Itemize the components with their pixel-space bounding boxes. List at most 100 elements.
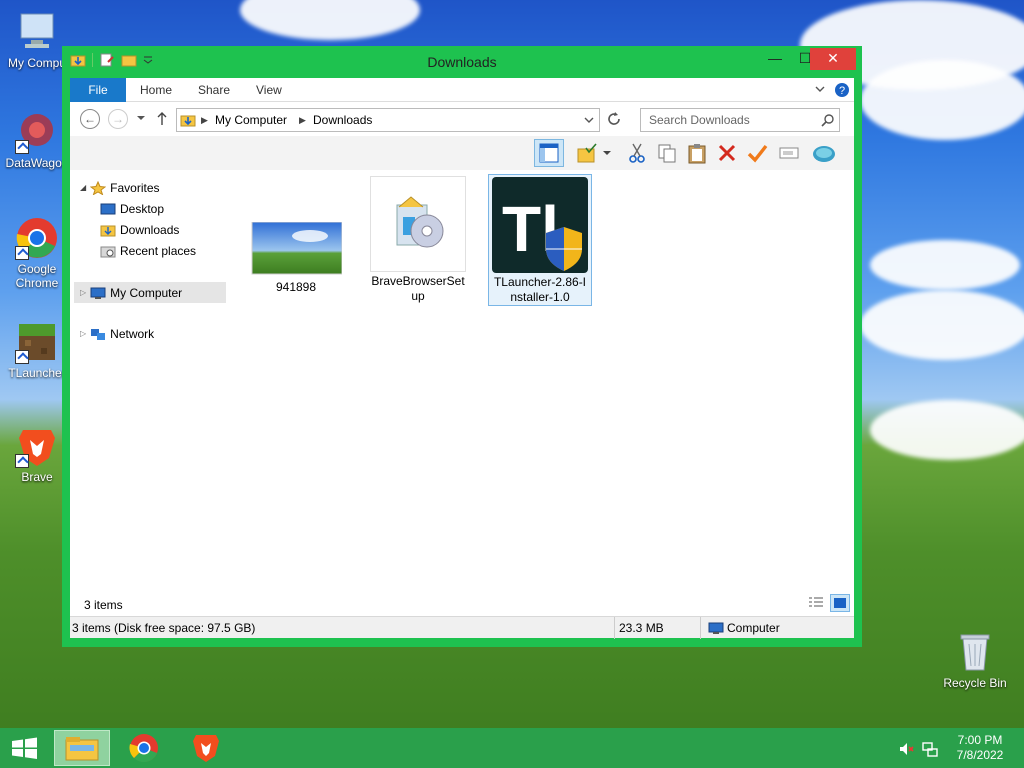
file-name: BraveBrowserSetup xyxy=(371,274,465,303)
shortcut-arrow-icon xyxy=(15,246,29,260)
nav-label: Recent places xyxy=(120,244,197,258)
address-row: ← → ▶ My Computer ▶ Downloads Search Dow… xyxy=(70,102,854,136)
nav-label: Downloads xyxy=(120,223,180,237)
copy-icon[interactable] xyxy=(656,142,678,164)
expand-arrow-icon[interactable]: ▷ xyxy=(80,283,86,303)
datawagon-icon xyxy=(15,110,59,154)
status-location: Computer xyxy=(727,621,780,635)
window-title: Downloads xyxy=(427,54,497,70)
checkmark-icon[interactable] xyxy=(746,142,768,164)
separator xyxy=(614,617,615,639)
forward-button[interactable]: → xyxy=(108,109,128,129)
minecraft-block-icon xyxy=(15,320,59,364)
tlauncher-installer-icon: Tl xyxy=(492,177,588,273)
status-size: 23.3 MB xyxy=(619,621,664,635)
command-toolbar xyxy=(70,136,854,170)
details-view-icon[interactable] xyxy=(808,596,824,613)
setup-installer-icon xyxy=(370,176,466,272)
chevron-down-icon[interactable] xyxy=(602,142,612,164)
paste-icon[interactable] xyxy=(686,142,708,164)
folder-down-icon xyxy=(100,223,116,237)
refresh-icon[interactable] xyxy=(606,111,622,130)
volume-muted-icon[interactable] xyxy=(898,741,914,760)
nav-label: Network xyxy=(110,327,155,341)
breadcrumb-downloads[interactable]: Downloads xyxy=(313,113,372,127)
nav-label: Favorites xyxy=(110,181,160,195)
start-button[interactable] xyxy=(0,732,48,764)
search-input[interactable]: Search Downloads xyxy=(640,108,840,132)
close-button[interactable]: ✕ xyxy=(810,48,856,70)
nav-desktop[interactable]: Desktop xyxy=(100,199,164,219)
file-tile[interactable]: BraveBrowserSetup xyxy=(370,176,466,304)
explorer-window: Downloads — ☐ ✕ File Home Share View ? ←… xyxy=(62,46,862,647)
brave-lion-icon xyxy=(15,424,59,468)
file-name: 941898 xyxy=(275,280,317,294)
clock[interactable]: 7:00 PM 7/8/2022 xyxy=(948,733,1012,763)
nav-downloads[interactable]: Downloads xyxy=(100,220,179,240)
chevron-down-icon[interactable] xyxy=(814,82,826,99)
nav-label: My Computer xyxy=(110,285,183,300)
expand-arrow-icon[interactable]: ▷ xyxy=(80,324,86,344)
clock-date: 7/8/2022 xyxy=(956,748,1004,762)
nav-label: Desktop xyxy=(120,202,165,216)
desktop-icon-recycle-bin[interactable]: Recycle Bin xyxy=(940,630,1010,690)
chrome-icon xyxy=(15,216,59,260)
taskbar: 7:00 PM 7/8/2022 xyxy=(0,728,1024,768)
search-icon[interactable] xyxy=(821,113,835,130)
network-icon xyxy=(90,327,106,341)
search-placeholder: Search Downloads xyxy=(649,113,750,127)
computer-icon xyxy=(90,286,106,300)
desktop-icon xyxy=(100,202,116,216)
tab-file[interactable]: File xyxy=(70,78,126,102)
chevron-down-icon[interactable] xyxy=(136,112,146,127)
large-icons-view-icon[interactable] xyxy=(830,594,850,612)
desktop-icon-label: Recycle Bin xyxy=(943,676,1007,690)
nav-favorites[interactable]: ◢ Favorites xyxy=(80,178,160,198)
rename-icon[interactable] xyxy=(778,142,800,164)
status-summary: 3 items (Disk free space: 97.5 GB) xyxy=(72,621,256,635)
image-thumbnail-icon xyxy=(248,221,344,276)
shortcut-arrow-icon xyxy=(15,350,29,364)
delete-icon[interactable] xyxy=(716,142,738,164)
folder-down-icon xyxy=(180,112,196,131)
ribbon-tabs: File Home Share View ? xyxy=(70,78,854,102)
chevron-right-icon[interactable]: ▶ xyxy=(201,115,208,126)
expand-arrow-icon[interactable]: ◢ xyxy=(80,178,86,198)
star-icon xyxy=(89,180,107,196)
computer-icon xyxy=(708,621,724,638)
nav-recent-places[interactable]: Recent places xyxy=(100,241,196,261)
chevron-down-icon[interactable] xyxy=(583,113,595,130)
globe-icon[interactable] xyxy=(812,142,835,164)
preview-pane-icon[interactable] xyxy=(534,139,564,167)
chevron-right-icon[interactable]: ▶ xyxy=(299,115,306,126)
breadcrumb-my-computer[interactable]: My Computer xyxy=(215,113,287,127)
tab-view[interactable]: View xyxy=(256,78,282,102)
title-bar[interactable]: Downloads — ☐ ✕ xyxy=(62,46,862,76)
recycle-bin-icon xyxy=(953,630,997,674)
taskbar-chrome[interactable] xyxy=(120,732,168,764)
file-tile-selected[interactable]: Tl TLauncher-2.86-Installer-1.0 xyxy=(488,174,592,306)
back-button[interactable]: ← xyxy=(80,109,100,129)
folder-check-icon[interactable] xyxy=(576,142,598,164)
item-count: 3 items xyxy=(84,598,123,612)
help-icon[interactable]: ? xyxy=(834,82,850,101)
nav-my-computer[interactable]: ▷ My Computer xyxy=(74,282,226,303)
tab-share[interactable]: Share xyxy=(198,78,230,102)
up-arrow-icon[interactable] xyxy=(156,111,168,130)
taskbar-brave[interactable] xyxy=(182,732,230,764)
file-name: TLauncher-2.86-Installer-1.0 xyxy=(493,275,587,304)
nav-network[interactable]: ▷ Network xyxy=(80,324,154,344)
network-icon[interactable] xyxy=(922,741,938,760)
taskbar-file-explorer[interactable] xyxy=(54,730,110,766)
shortcut-arrow-icon xyxy=(15,140,29,154)
navigation-pane: ◢ Favorites Desktop Downloads Recent pla… xyxy=(70,170,228,616)
cut-icon[interactable] xyxy=(626,142,648,164)
address-bar[interactable]: ▶ My Computer ▶ Downloads xyxy=(176,108,600,132)
tab-home[interactable]: Home xyxy=(140,78,172,102)
recent-places-icon xyxy=(100,244,116,258)
status-bar: 3 items (Disk free space: 97.5 GB) 23.3 … xyxy=(70,616,854,639)
file-tile[interactable]: 941898 xyxy=(248,221,344,295)
content-area: ◢ Favorites Desktop Downloads Recent pla… xyxy=(70,170,854,616)
clock-time: 7:00 PM xyxy=(957,733,1003,747)
computer-icon xyxy=(15,10,59,54)
